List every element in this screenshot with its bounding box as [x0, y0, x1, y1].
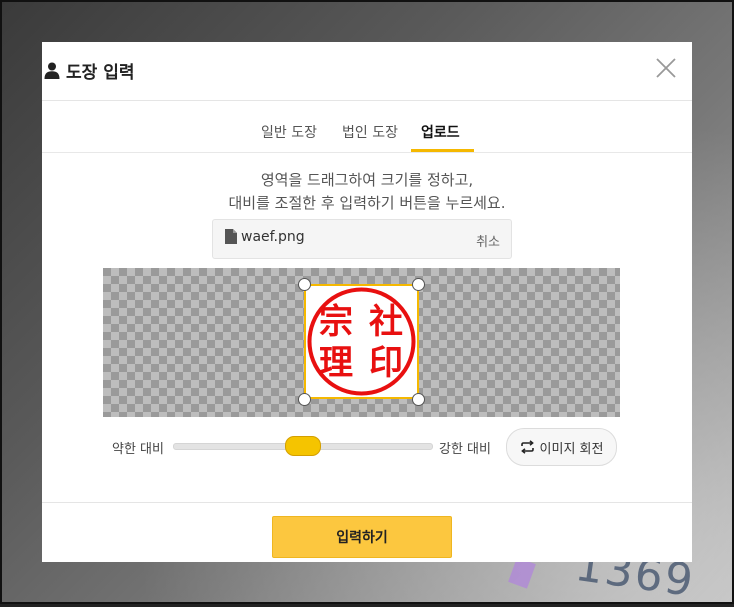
crop-handle-top-right[interactable]	[412, 278, 425, 291]
svg-text:印: 印	[369, 343, 403, 383]
contrast-slider-thumb[interactable]	[285, 436, 321, 456]
tab-corporate-stamp[interactable]: 법인 도장	[342, 122, 398, 148]
file-name: waef.png	[241, 229, 305, 245]
tab-upload[interactable]: 업로드	[421, 122, 460, 148]
stamp-image: 宗 社 理 印	[307, 287, 416, 396]
rotate-image-button[interactable]: 이미지 회전	[506, 428, 617, 466]
strong-contrast-label: 강한 대비	[439, 442, 491, 457]
dialog-title-text: 도장 입력	[66, 63, 135, 83]
rotate-button-label: 이미지 회전	[539, 441, 604, 457]
dialog-title: 도장 입력	[44, 58, 134, 83]
svg-text:理: 理	[319, 343, 353, 383]
file-icon	[225, 229, 237, 244]
crop-handle-bottom-right[interactable]	[412, 393, 425, 406]
stamp-input-dialog: 도장 입력 일반 도장 법인 도장 업로드 영역을 드래그하여 크기를 정하고,…	[42, 42, 692, 562]
tab-normal-stamp[interactable]: 일반 도장	[261, 122, 317, 148]
contrast-control: 약한 대비 강한 대비 이미지 회전	[42, 428, 692, 466]
svg-text:宗: 宗	[319, 302, 353, 342]
svg-text:社: 社	[369, 302, 403, 342]
submit-button[interactable]: 입력하기	[272, 516, 452, 558]
file-cancel-button[interactable]: 취소	[476, 231, 500, 250]
tab-bar: 일반 도장 법인 도장 업로드	[42, 100, 692, 153]
crop-area[interactable]: 宗 社 理 印	[304, 284, 419, 399]
close-icon[interactable]	[654, 56, 678, 80]
image-crop-canvas[interactable]: 宗 社 理 印	[103, 268, 620, 417]
active-tab-indicator	[411, 149, 474, 152]
dialog-header: 도장 입력	[42, 42, 692, 101]
instruction-line-1: 영역을 드래그하여 크기를 정하고,	[260, 171, 474, 189]
crop-handle-bottom-left[interactable]	[298, 393, 311, 406]
user-icon	[44, 62, 60, 79]
crop-handle-top-left[interactable]	[298, 278, 311, 291]
weak-contrast-label: 약한 대비	[112, 442, 164, 457]
rotate-icon	[520, 440, 534, 454]
uploaded-file: waef.png 취소	[212, 219, 512, 259]
dialog-footer: 입력하기	[42, 502, 692, 562]
instruction-line-2: 대비를 조절한 후 입력하기 버튼을 누르세요.	[228, 194, 506, 212]
